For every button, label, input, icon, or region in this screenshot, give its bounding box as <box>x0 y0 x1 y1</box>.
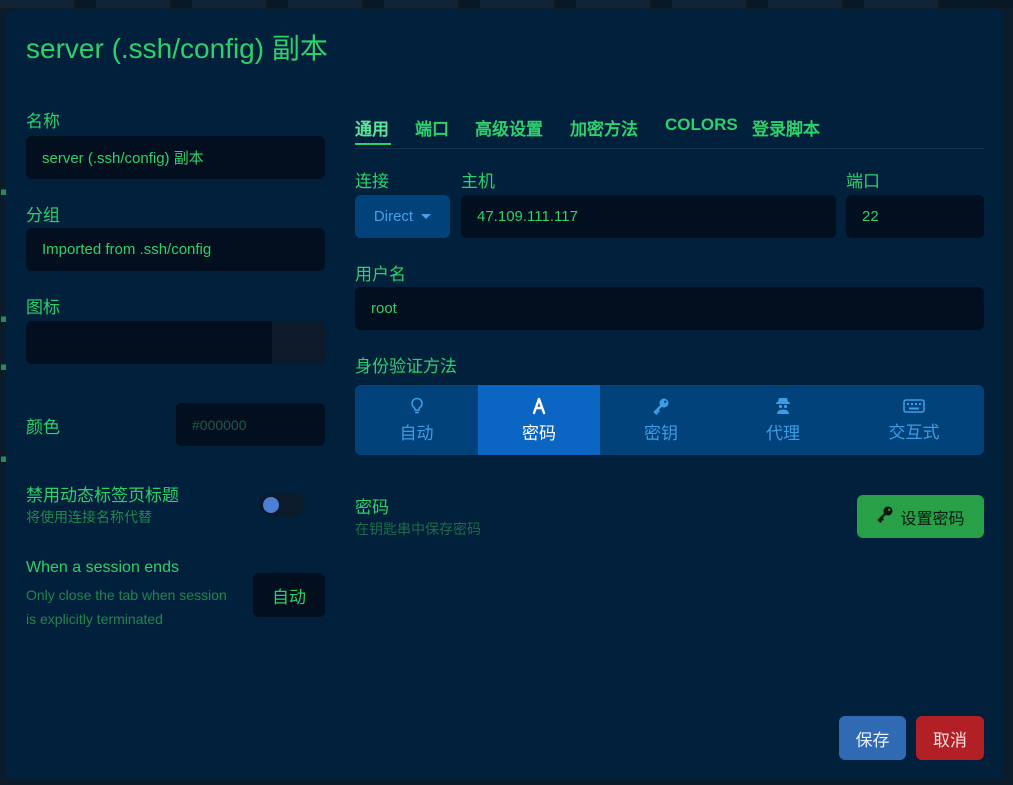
auth-option-agent[interactable]: 代理 <box>722 385 844 455</box>
auth-option-label: 交互式 <box>888 422 940 442</box>
connection-mode-value: Direct <box>373 208 414 225</box>
tab-advanced[interactable]: 高级设置 <box>475 115 543 140</box>
toggle-knob <box>263 497 279 513</box>
disable-dynamic-title-description: 将使用连接名称代替 <box>26 509 152 525</box>
tab-general[interactable]: 通用 <box>355 115 389 140</box>
username-label: 用户名 <box>355 265 406 284</box>
color-label: 颜色 <box>26 418 60 437</box>
connection-label: 连接 <box>355 172 389 191</box>
password-label: 密码 <box>355 498 389 517</box>
session-end-description-line-2: is explicitly terminated <box>26 611 163 627</box>
dialog-title: server (.ssh/config) 副本 <box>26 33 328 64</box>
auth-option-password[interactable]: 密码 <box>478 385 600 455</box>
auth-option-auto[interactable]: 自动 <box>355 385 478 455</box>
username-input[interactable] <box>355 287 984 330</box>
auth-option-label: 密码 <box>522 423 556 443</box>
disable-dynamic-title-toggle[interactable] <box>260 493 304 517</box>
icon-label: 图标 <box>26 298 60 317</box>
icon-picker[interactable] <box>26 321 325 364</box>
session-end-label: When a session ends <box>26 559 179 576</box>
port-label: 端口 <box>846 172 880 191</box>
active-tab-indicator <box>355 143 391 145</box>
tab-ciphers[interactable]: 加密方法 <box>570 115 638 140</box>
auth-option-label: 代理 <box>766 423 800 443</box>
auth-method-selector: 自动 密码 密钥 代理 交互式 <box>355 385 984 455</box>
group-input[interactable] <box>26 228 325 271</box>
save-button[interactable]: 保存 <box>839 716 906 760</box>
host-input[interactable] <box>461 195 836 238</box>
font-icon <box>531 397 547 415</box>
name-input[interactable] <box>26 136 325 179</box>
tab-login-scripts[interactable]: 登录脚本 <box>752 115 820 140</box>
edit-profile-dialog: server (.ssh/config) 副本 名称 分组 图标 颜色 禁用动态… <box>6 9 1004 779</box>
color-input[interactable] <box>176 403 325 446</box>
host-label: 主机 <box>461 172 495 191</box>
tab-colors[interactable]: COLORS <box>665 115 738 135</box>
auth-option-key[interactable]: 密钥 <box>600 385 722 455</box>
tab-divider <box>355 148 984 149</box>
password-description: 在钥匙串中保存密码 <box>355 521 481 537</box>
user-secret-icon <box>774 397 792 415</box>
set-password-button[interactable]: 设置密码 <box>857 495 984 538</box>
icon-preview-swatch <box>272 321 325 364</box>
set-password-label: 设置密码 <box>900 510 965 528</box>
tab-ports[interactable]: 端口 <box>415 115 449 140</box>
group-label: 分组 <box>26 206 60 225</box>
auth-option-interactive[interactable]: 交互式 <box>844 385 984 455</box>
auth-method-label: 身份验证方法 <box>355 357 457 376</box>
auth-option-label: 密钥 <box>644 423 678 443</box>
chevron-down-icon <box>421 214 432 219</box>
session-end-dropdown[interactable]: 自动 <box>253 573 325 617</box>
lightbulb-icon <box>410 397 424 415</box>
auth-option-label: 自动 <box>399 423 434 443</box>
disable-dynamic-title-label: 禁用动态标签页标题 <box>26 486 179 505</box>
cancel-button[interactable]: 取消 <box>916 716 984 760</box>
name-label: 名称 <box>26 112 60 131</box>
session-end-description-line-1: Only close the tab when session <box>26 587 227 603</box>
key-icon <box>652 397 670 415</box>
connection-mode-dropdown[interactable]: Direct <box>355 195 450 238</box>
port-input[interactable] <box>846 195 984 238</box>
key-icon <box>876 505 894 528</box>
keyboard-icon <box>903 398 925 414</box>
background-tab-strip <box>0 0 1013 8</box>
